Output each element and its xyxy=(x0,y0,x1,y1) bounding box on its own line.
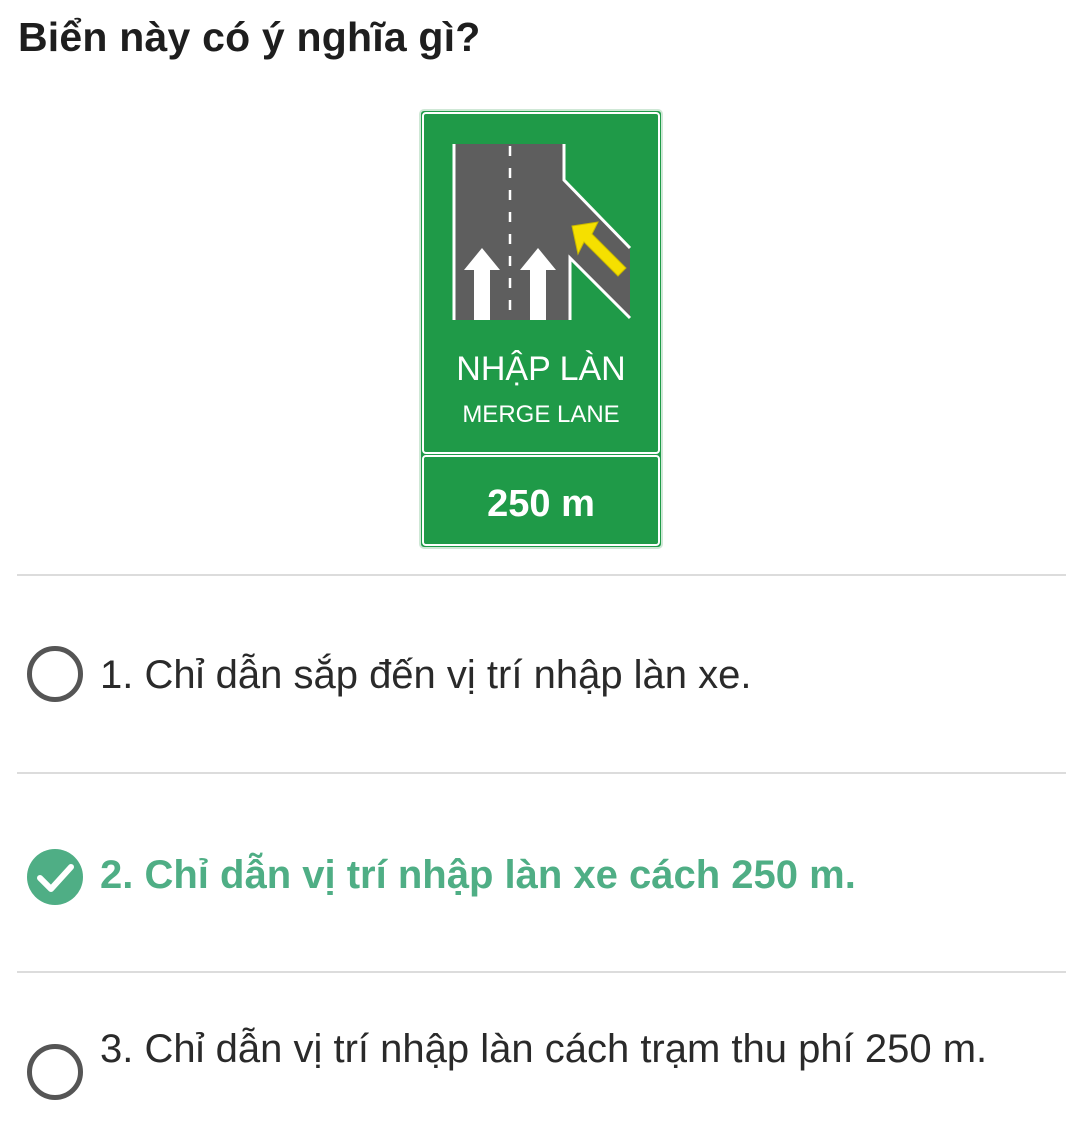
answer-option-3-label: 3. Chỉ dẫn vị trí nhập làn cách trạm thu… xyxy=(100,1027,988,1071)
answer-option-2-label: 2. Chỉ dẫn vị trí nhập làn xe cách 250 m… xyxy=(100,853,856,897)
answer-option-3[interactable]: 3. Chỉ dẫn vị trí nhập làn cách trạm thu… xyxy=(24,1026,1054,1126)
check-circle-icon[interactable] xyxy=(27,849,83,905)
radio-empty-circle-icon[interactable] xyxy=(27,646,83,702)
divider xyxy=(17,574,1066,576)
sign-title-en: MERGE LANE xyxy=(462,401,619,428)
answer-option-1-label: 1. Chỉ dẫn sắp đến vị trí nhập làn xe. xyxy=(100,653,752,697)
merge-lane-sign-image: NHẬP LÀN MERGE LANE 250 m xyxy=(418,108,664,550)
sign-distance: 250 m xyxy=(487,483,595,525)
divider xyxy=(17,772,1066,774)
question-title: Biển này có ý nghĩa gì? xyxy=(18,14,481,60)
answer-option-1[interactable]: 1. Chỉ dẫn sắp đến vị trí nhập làn xe. xyxy=(24,640,1054,710)
radio-empty-circle-icon[interactable] xyxy=(27,1044,83,1100)
sign-title-vi: NHẬP LÀN xyxy=(456,350,625,388)
divider xyxy=(17,971,1066,973)
answer-option-2[interactable]: 2. Chỉ dẫn vị trí nhập làn xe cách 250 m… xyxy=(24,840,1054,910)
